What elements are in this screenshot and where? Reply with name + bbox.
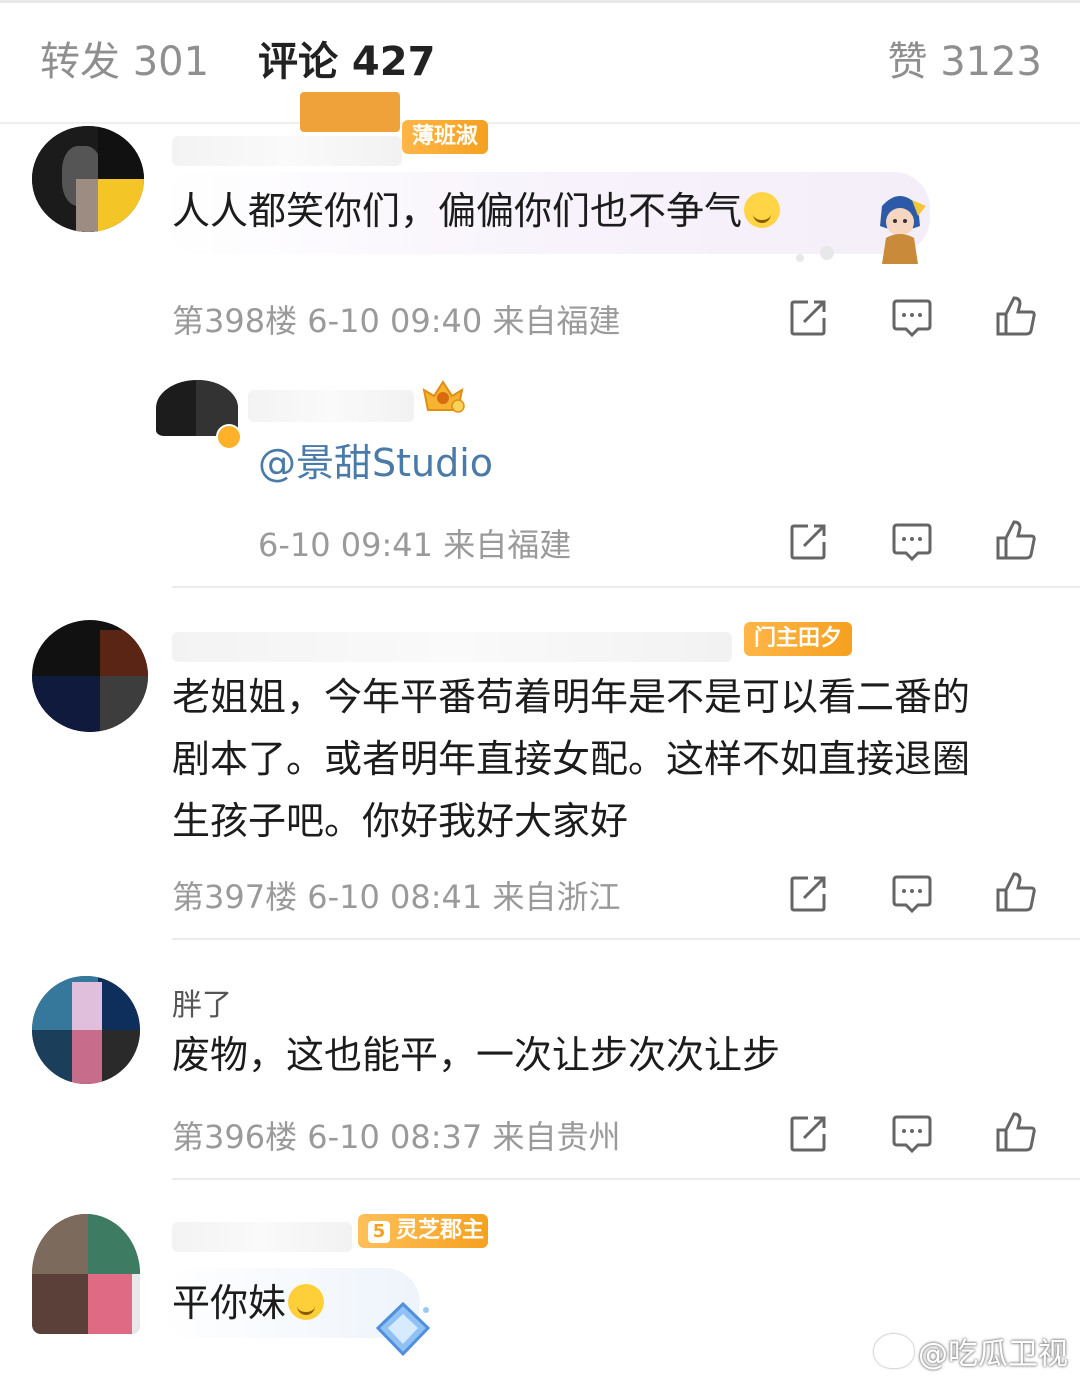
comment-text-line: 剧本了。或者明年直接女配。这样不如直接退圈 (172, 737, 971, 781)
comment-text-content: 平你妹 (172, 1281, 287, 1325)
comment-text: 老姐姐，今年平番苟着明年是不是可以看二番的 剧本了。或者明年直接女配。这样不如直… (172, 666, 970, 852)
tab-repost[interactable]: 转发 301 (40, 36, 209, 88)
watermark-text: @吃瓜卫视 (918, 1337, 1068, 1372)
pearl-decoration (796, 254, 804, 262)
comment-meta: 第396楼 6-10 08:37 来自贵州 (172, 1118, 621, 1156)
tab-bar: 转发 301 评论 427 赞 3123 (0, 0, 1080, 124)
level-number: 5 (368, 1221, 390, 1243)
diamond-sticker-icon (375, 1301, 431, 1357)
tab-like[interactable]: 赞 3123 (887, 36, 1042, 88)
username-hidden[interactable] (172, 1222, 352, 1252)
comment-meta: 第397楼 6-10 08:41 来自浙江 (172, 878, 621, 916)
username[interactable]: 胖了 (172, 980, 232, 1024)
pearl-decoration (820, 246, 834, 260)
share-icon[interactable] (786, 520, 830, 564)
verified-icon (216, 424, 242, 450)
avatar[interactable] (32, 620, 148, 732)
comment-icon[interactable] (890, 520, 934, 564)
comment-text: 人人都笑你们，偏偏你们也不争气 (172, 180, 781, 242)
thumbs-up-icon[interactable] (994, 518, 1038, 562)
comment-meta: 6-10 09:41 来自福建 (258, 526, 572, 564)
comment-text-content: 人人都笑你们，偏偏你们也不争气 (172, 189, 743, 233)
thumbs-up-icon[interactable] (994, 294, 1038, 338)
tab-indicator (300, 92, 400, 132)
avatar[interactable] (32, 976, 140, 1084)
fan-badge: 门主田夕 (744, 622, 853, 656)
comment-text: 废物，这也能平，一次让步次次让步 (172, 1033, 781, 1077)
comment-meta: 第398楼 6-10 09:40 来自福建 (172, 302, 621, 340)
crown-badge-icon (422, 380, 465, 413)
laugh-emoji-icon (288, 1284, 325, 1320)
fan-badge: 薄班淑 (402, 120, 489, 154)
thumbs-up-icon[interactable] (994, 1110, 1038, 1154)
comment-text-line: 老姐姐，今年平番苟着明年是不是可以看二番的 (172, 675, 971, 719)
badge-label: 灵芝郡主 (396, 1218, 485, 1243)
thumbs-up-icon[interactable] (994, 870, 1038, 914)
comment-text-line: 生孩子吧。你好我好大家好 (172, 799, 629, 843)
weibo-icon (874, 1334, 914, 1368)
username-hidden[interactable] (172, 632, 732, 662)
avatar[interactable] (32, 126, 144, 232)
share-icon[interactable] (786, 296, 830, 340)
tab-comment[interactable]: 评论 427 (258, 36, 435, 88)
username-hidden[interactable] (248, 390, 414, 422)
girl-sticker-icon (880, 196, 926, 264)
username-hidden[interactable] (172, 136, 402, 166)
share-icon[interactable] (786, 872, 830, 916)
mention-link[interactable]: @景甜Studio (258, 432, 493, 494)
smile-emoji-icon (744, 192, 781, 228)
comment-divider (172, 1178, 1080, 1180)
comment-icon[interactable] (890, 1112, 934, 1156)
share-icon[interactable] (786, 1112, 830, 1156)
avatar[interactable] (32, 1214, 140, 1334)
comment-divider (172, 938, 1080, 940)
comment-divider (172, 586, 1080, 588)
comment-text: 平你妹 (172, 1272, 325, 1334)
comment-icon[interactable] (890, 296, 934, 340)
comment-icon[interactable] (890, 872, 934, 916)
watermark: @吃瓜卫视 (874, 1329, 1068, 1373)
level-badge: 5 灵芝郡主 (358, 1214, 489, 1248)
